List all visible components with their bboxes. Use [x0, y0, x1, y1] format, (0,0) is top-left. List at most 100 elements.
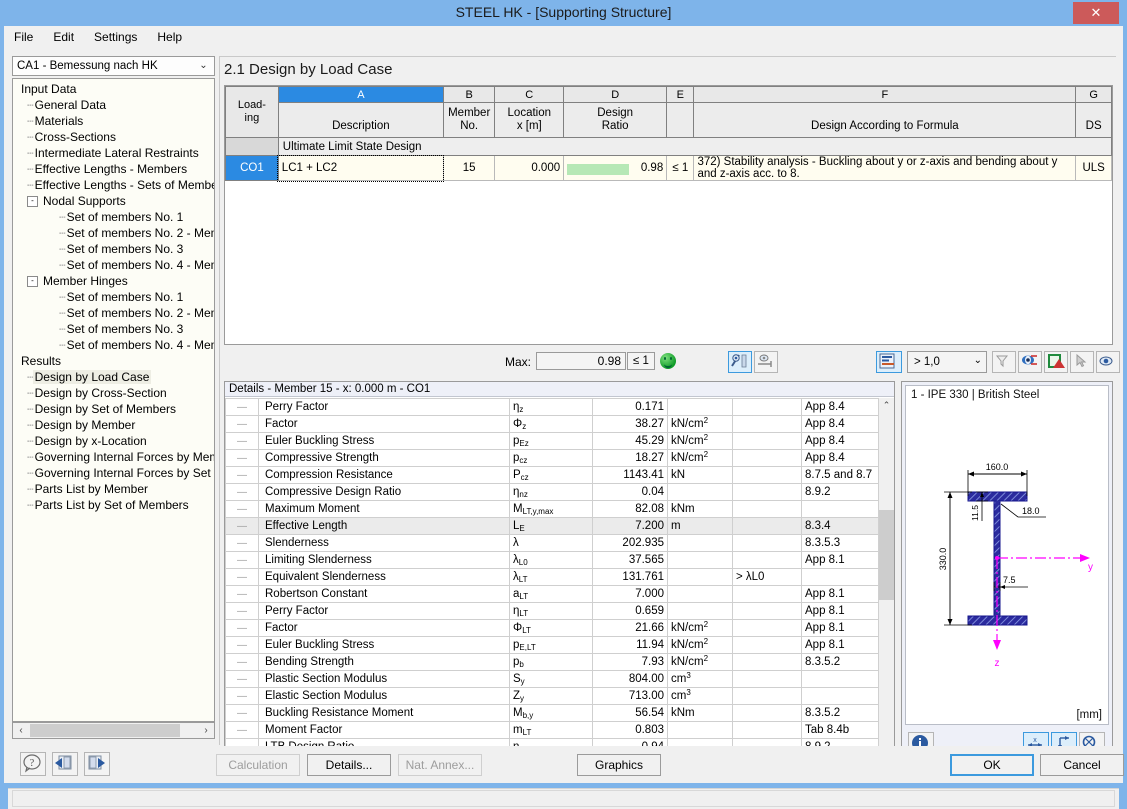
- tree-item[interactable]: ┄ Materials: [13, 113, 214, 129]
- next-button[interactable]: [84, 752, 110, 776]
- tree-item[interactable]: ┄ Set of members No. 1: [13, 209, 214, 225]
- tree-item[interactable]: ┄ Set of members No. 3: [13, 321, 214, 337]
- navigator-tree[interactable]: Input Data ┄ General Data ┄ Materials ┄ Cross-…: [12, 78, 215, 722]
- details-row[interactable]: — Factor ΦLT 21.66 kN/cm2 App 8.1: [225, 619, 879, 637]
- column-letter-header[interactable]: G: [1075, 86, 1112, 103]
- column-letter-header[interactable]: B: [442, 86, 496, 103]
- details-row[interactable]: — Moment Factor mLT 0.803 Tab 8.4b: [225, 721, 879, 739]
- details-row[interactable]: — Compressive Strength pcz 18.27 kN/cm2 App 8…: [225, 449, 879, 467]
- visibility-eye-button[interactable]: [1096, 351, 1120, 373]
- details-button[interactable]: Details...: [307, 754, 391, 776]
- tree-item[interactable]: ┄ Effective Lengths - Sets of Members: [13, 177, 214, 193]
- cell-condition[interactable]: ≤ 1: [666, 155, 695, 181]
- cell-description[interactable]: LC1 + LC2: [277, 154, 445, 182]
- tree-item[interactable]: ┄ Cross-Sections: [13, 129, 214, 145]
- menu-edit[interactable]: Edit: [43, 26, 84, 48]
- ok-button[interactable]: OK: [950, 754, 1034, 776]
- tree-item[interactable]: ┄Set of members No. 4 - Member: [13, 337, 214, 353]
- navigator-horizontal-scrollbar[interactable]: ‹ ›: [12, 722, 215, 739]
- details-row[interactable]: — Perry Factor ηz 0.171 App 8.4: [225, 398, 879, 416]
- cross-section-view[interactable]: 1 - IPE 330 | British Steel 160.0 330.0 …: [905, 385, 1109, 725]
- details-row[interactable]: — Elastic Section Modulus Zy 713.00 cm3: [225, 687, 879, 705]
- details-vertical-scrollbar[interactable]: ⌃ ⌄: [878, 398, 894, 763]
- tree-expander-icon[interactable]: -: [27, 276, 38, 288]
- cancel-button[interactable]: Cancel: [1040, 754, 1124, 776]
- tree-item[interactable]: ┄Governing Internal Forces by Member: [13, 449, 214, 465]
- result-diagram-button[interactable]: [754, 351, 778, 373]
- menu-settings[interactable]: Settings: [84, 26, 147, 48]
- details-row[interactable]: — Compression Resistance Pcz 1143.41 kN 8.7.5…: [225, 466, 879, 484]
- tree-item[interactable]: Input Data: [13, 81, 214, 97]
- tree-item[interactable]: ┄ Design by Member: [13, 417, 214, 433]
- scrollbar-thumb[interactable]: [30, 724, 180, 737]
- details-row[interactable]: — Euler Buckling Stress pE,LT 11.94 kN/cm2 Ap…: [225, 636, 879, 654]
- select-in-graphics-button[interactable]: [1070, 351, 1094, 373]
- tree-item[interactable]: ┄ Governing Internal Forces by Set of: [13, 465, 214, 481]
- result-values-on-off-button[interactable]: [728, 351, 752, 373]
- cell-design-situation[interactable]: ULS: [1075, 155, 1112, 181]
- tree-item[interactable]: ┄ Design by x-Location: [13, 433, 214, 449]
- max-value-field[interactable]: 0.98: [536, 352, 626, 370]
- tree-item[interactable]: ┄ Effective Lengths - Members: [13, 161, 214, 177]
- tree-item[interactable]: - Nodal Supports: [13, 193, 214, 209]
- cell-location[interactable]: 0.000: [494, 155, 565, 181]
- tree-item[interactable]: ┄ Set of members No. 1: [13, 289, 214, 305]
- tree-item[interactable]: - Member Hinges: [13, 273, 214, 289]
- cell-formula[interactable]: 372) Stability analysis - Buckling about…: [693, 155, 1077, 181]
- tree-item[interactable]: ┄ General Data: [13, 97, 214, 113]
- column-letter-header[interactable]: E: [666, 86, 695, 103]
- tree-item[interactable]: ┄Set of members No. 2 - Member: [13, 305, 214, 321]
- close-window-button[interactable]: ✕: [1073, 2, 1119, 24]
- details-row[interactable]: — Buckling Resistance Moment Mb,y 56.54 kNm 8…: [225, 704, 879, 722]
- scrollbar-thumb[interactable]: [879, 510, 894, 600]
- excel-export-button[interactable]: [1044, 351, 1068, 373]
- rfem-view-button[interactable]: [1018, 351, 1042, 373]
- details-row[interactable]: — Euler Buckling Stress pEz 45.29 kN/cm2 App …: [225, 432, 879, 450]
- tree-item[interactable]: ┄ Parts List by Set of Members: [13, 497, 214, 513]
- tree-item[interactable]: ┄ Set of members No. 3: [13, 241, 214, 257]
- tree-item[interactable]: ┄Set of members No. 2 - Member: [13, 225, 214, 241]
- details-row[interactable]: — Plastic Section Modulus Sy 804.00 cm3: [225, 670, 879, 688]
- tree-item[interactable]: ┄Set of members No. 4 - Member: [13, 257, 214, 273]
- filter-results-button[interactable]: [876, 351, 902, 373]
- details-row[interactable]: — Slenderness λ 202.935 8.3.5.3: [225, 534, 879, 552]
- details-table[interactable]: — Perry Factor ηz 0.171 App 8.4— Factor Φz 38.2…: [225, 398, 879, 763]
- table-row[interactable]: CO1 LC1 + LC2 15 0.000 0.98 ≤ 1 372) Stability…: [225, 154, 1112, 182]
- graphics-button[interactable]: Graphics: [577, 754, 661, 776]
- tree-item[interactable]: ┄ Design by Load Case: [13, 369, 214, 385]
- cell-member-no[interactable]: 15: [442, 155, 496, 181]
- details-row[interactable]: — Perry Factor ηLT 0.659 App 8.1: [225, 602, 879, 620]
- scroll-right-icon[interactable]: ›: [198, 723, 214, 738]
- filter-threshold-combobox[interactable]: > 1,0 ⌄: [907, 351, 987, 373]
- tree-item[interactable]: ┄ Intermediate Lateral Restraints: [13, 145, 214, 161]
- tree-item[interactable]: Results: [13, 353, 214, 369]
- funnel-filter-button[interactable]: [992, 351, 1016, 373]
- column-letter-header[interactable]: C: [494, 86, 565, 103]
- details-row[interactable]: — Equivalent Slenderness λLT 131.761 > λL0: [225, 568, 879, 586]
- details-row[interactable]: — Factor Φz 38.27 kN/cm2 App 8.4: [225, 415, 879, 433]
- tree-expander-icon[interactable]: -: [27, 196, 38, 208]
- cell-design-ratio[interactable]: 0.98: [563, 155, 668, 181]
- column-letter-header[interactable]: A: [277, 86, 444, 103]
- details-row[interactable]: — Effective Length LE 7.200 m 8.3.4: [225, 517, 879, 535]
- tree-item[interactable]: ┄ Design by Set of Members: [13, 401, 214, 417]
- nat-annex-button[interactable]: Nat. Annex...: [398, 754, 482, 776]
- row-header-loading[interactable]: CO1: [225, 155, 279, 181]
- details-row[interactable]: — Bending Strength pb 7.93 kN/cm2 8.3.5.2: [225, 653, 879, 671]
- previous-button[interactable]: [52, 752, 78, 776]
- column-letter-header[interactable]: D: [563, 86, 668, 103]
- details-row[interactable]: — Limiting Slenderness λL0 37.565 App 8.1: [225, 551, 879, 569]
- details-row[interactable]: — Compressive Design Ratio ηnz 0.04 8.9.2: [225, 483, 879, 501]
- help-button[interactable]: ?: [20, 752, 46, 776]
- column-letter-header[interactable]: F: [693, 86, 1077, 103]
- scroll-left-icon[interactable]: ‹: [13, 723, 29, 738]
- menu-help[interactable]: Help: [147, 26, 192, 48]
- details-row[interactable]: — Maximum Moment MLT,y,max 82.08 kNm: [225, 500, 879, 518]
- results-table[interactable]: Load-ing A B C D E F G Description Member No. Locat…: [224, 85, 1113, 345]
- menu-file[interactable]: File: [4, 26, 43, 48]
- tree-item[interactable]: ┄ Parts List by Member: [13, 481, 214, 497]
- design-case-combobox[interactable]: CA1 - Bemessung nach HK ⌄: [12, 56, 215, 76]
- scroll-up-icon[interactable]: ⌃: [879, 398, 894, 413]
- details-row[interactable]: — Robertson Constant aLT 7.000 App 8.1: [225, 585, 879, 603]
- tree-item[interactable]: ┄ Design by Cross-Section: [13, 385, 214, 401]
